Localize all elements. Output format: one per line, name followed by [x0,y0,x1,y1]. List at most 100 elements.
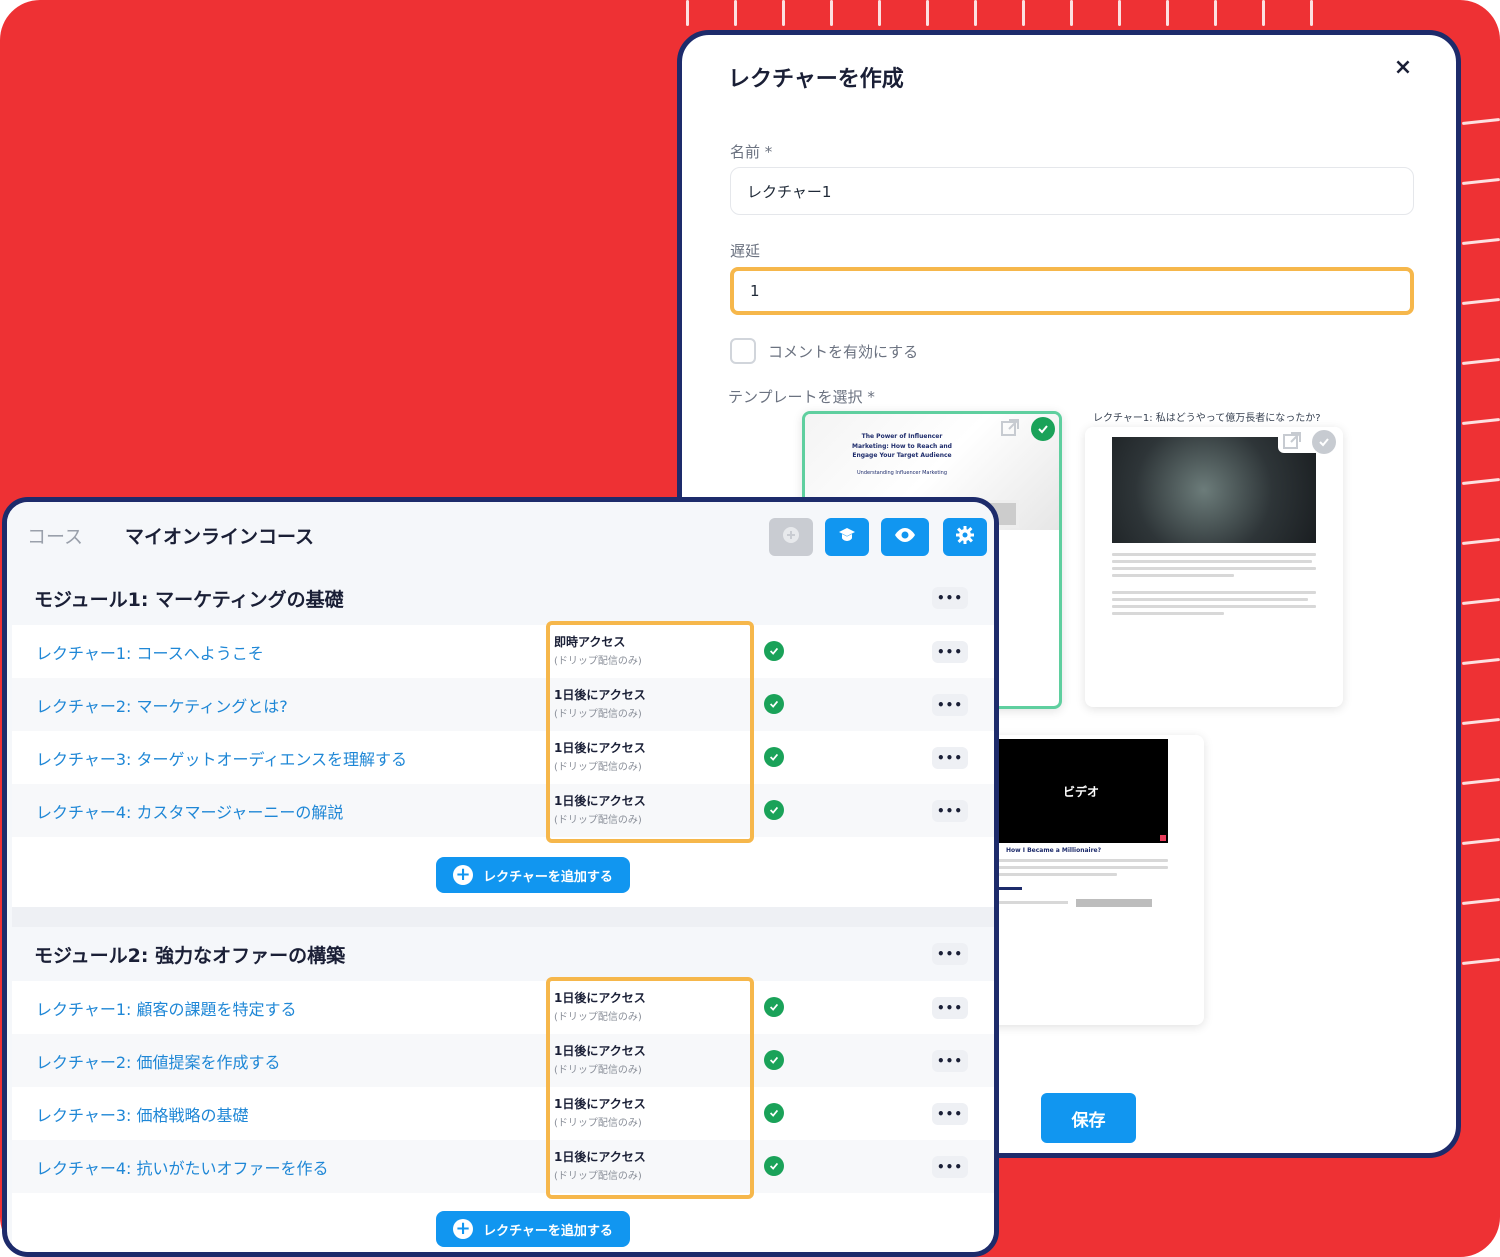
module-header: モジュール1: マーケティングの基礎 ••• [12,571,994,625]
lecture-row: レクチャー1: 顧客の課題を特定する 1日後にアクセス (ドリップ配信のみ) •… [12,981,994,1034]
plus-icon: + [453,865,474,885]
lecture-more-button[interactable]: ••• [932,694,968,716]
selected-check-icon [1031,417,1055,441]
access-status: 1日後にアクセス [554,688,646,702]
lecture-more-button[interactable]: ••• [932,1103,968,1125]
save-button[interactable]: 保存 [1041,1093,1136,1143]
module-divider [12,907,994,927]
plus-icon: + [453,1219,474,1239]
lecture-more-button[interactable]: ••• [932,1050,968,1072]
template-label: テンプレートを選択 * [728,388,875,406]
add-tool-button[interactable] [769,518,813,556]
access-note: (ドリップ配信のみ) [554,1118,642,1129]
name-field[interactable]: レクチャー1 [730,167,1414,215]
lecture-link[interactable]: レクチャー2: マーケティングとは? [36,693,288,717]
video-placeholder: ビデオ [994,739,1168,843]
template-link [998,887,1022,890]
access-note: (ドリップ配信のみ) [554,762,642,773]
delay-label: 遅延 [730,242,761,260]
template-heading: How I Became a Millionaire? [1006,847,1102,854]
course-panel: コース マイオンラインコース モジュール1: マーケティングの基礎 ••• レク… [2,497,999,1257]
published-check-icon [764,641,784,661]
access-note: (ドリップ配信のみ) [554,1065,642,1076]
module-title: モジュール1: マーケティングの基礎 [34,589,344,611]
lecture-link[interactable]: レクチャー1: コースへようこそ [36,640,264,664]
add-lecture-button[interactable]: + レクチャーを追加する [436,857,630,893]
published-check-icon [764,1050,784,1070]
access-note: (ドリップ配信のみ) [554,1012,642,1023]
access-note: (ドリップ配信のみ) [554,1171,642,1182]
lecture-row: レクチャー3: ターゲットオーディエンスを理解する 1日後にアクセス (ドリップ… [12,731,994,784]
open-external-icon[interactable] [1281,430,1303,456]
access-status: 1日後にアクセス [554,1150,646,1164]
lecture-link[interactable]: レクチャー2: 価値提案を作成する [36,1049,281,1073]
template-text-line [998,901,1068,904]
course-header: コース マイオンラインコース [7,502,994,572]
access-status: 1日後にアクセス [554,741,646,755]
access-note: (ドリップ配信のみ) [554,656,642,667]
plus-circle-icon [781,525,801,549]
lecture-more-button[interactable]: ••• [932,747,968,769]
gear-icon [955,525,975,549]
module-title: モジュール2: 強力なオファーの構築 [34,945,346,967]
published-check-icon [764,1103,784,1123]
access-status: 1日後にアクセス [554,991,646,1005]
access-status: 1日後にアクセス [554,794,646,808]
decorative-stripes-top [686,0,1386,26]
eye-icon [894,527,916,547]
lecture-more-button[interactable]: ••• [932,1156,968,1178]
template-button-placeholder [1076,899,1152,907]
module-header: モジュール2: 強力なオファーの構築 ••• [12,927,994,981]
students-button[interactable] [825,518,869,556]
add-lecture-label: レクチャーを追加する [483,869,613,885]
access-note: (ドリップ配信のみ) [554,709,642,720]
template-body-text [998,859,1168,880]
close-icon[interactable]: × [1389,53,1417,81]
published-check-icon [764,997,784,1017]
published-check-icon [764,800,784,820]
add-lecture-label: レクチャーを追加する [483,1223,613,1239]
lecture-link[interactable]: レクチャー4: 抗いがたいオファーを作る [36,1155,329,1179]
open-external-icon[interactable] [999,417,1021,443]
module-block: モジュール2: 強力なオファーの構築 ••• レクチャー1: 顧客の課題を特定す… [12,927,994,1252]
access-note: (ドリップ配信のみ) [554,815,642,826]
lecture-link[interactable]: レクチャー1: 顧客の課題を特定する [36,996,297,1020]
lecture-row: レクチャー2: マーケティングとは? 1日後にアクセス (ドリップ配信のみ) •… [12,678,994,731]
modal-title: レクチャーを作成 [728,67,904,92]
lecture-more-button[interactable]: ••• [932,997,968,1019]
enable-comments-label: コメントを有効にする [768,343,919,361]
module-more-button[interactable]: ••• [932,943,968,965]
video-marker [1160,835,1166,841]
template-subheading: Understanding Influencer Marketing [856,470,948,476]
settings-button[interactable] [943,518,987,556]
lecture-link[interactable]: レクチャー3: 価格戦略の基礎 [36,1102,249,1126]
enable-comments-checkbox[interactable] [730,338,756,364]
graduation-cap-icon [837,525,857,549]
video-label: ビデオ [1062,784,1099,799]
module-more-button[interactable]: ••• [932,587,968,609]
module-block: モジュール1: マーケティングの基礎 ••• レクチャー1: コースへようこそ … [12,571,994,907]
preview-button[interactable] [881,518,929,556]
template-card-millionaire[interactable] [1085,427,1343,707]
access-status: 即時アクセス [554,635,626,649]
lecture-row: レクチャー2: 価値提案を作成する 1日後にアクセス (ドリップ配信のみ) ••… [12,1034,994,1087]
published-check-icon [764,747,784,767]
page-title: マイオンラインコース [125,526,315,548]
lecture-row: レクチャー4: カスタマージャーニーの解説 1日後にアクセス (ドリップ配信のみ… [12,784,994,837]
lecture-link[interactable]: レクチャー4: カスタマージャーニーの解説 [36,799,343,823]
template-caption-millionaire: レクチャー1: 私はどうやって億万長者になったか? [1093,413,1321,424]
published-check-icon [764,1156,784,1176]
lecture-link[interactable]: レクチャー3: ターゲットオーディエンスを理解する [36,746,407,770]
delay-field[interactable]: 1 [730,267,1414,315]
lecture-more-button[interactable]: ••• [932,800,968,822]
lecture-row: レクチャー4: 抗いがたいオファーを作る 1日後にアクセス (ドリップ配信のみ)… [12,1140,994,1193]
breadcrumb[interactable]: コース [27,522,83,549]
lecture-more-button[interactable]: ••• [932,641,968,663]
lecture-row: レクチャー3: 価格戦略の基礎 1日後にアクセス (ドリップ配信のみ) ••• [12,1087,994,1140]
add-lecture-button[interactable]: + レクチャーを追加する [436,1211,630,1247]
unselected-check-icon[interactable] [1312,430,1336,454]
name-label: 名前 * [730,143,773,161]
access-status: 1日後にアクセス [554,1044,646,1058]
published-check-icon [764,694,784,714]
template-body-text [1112,553,1316,619]
